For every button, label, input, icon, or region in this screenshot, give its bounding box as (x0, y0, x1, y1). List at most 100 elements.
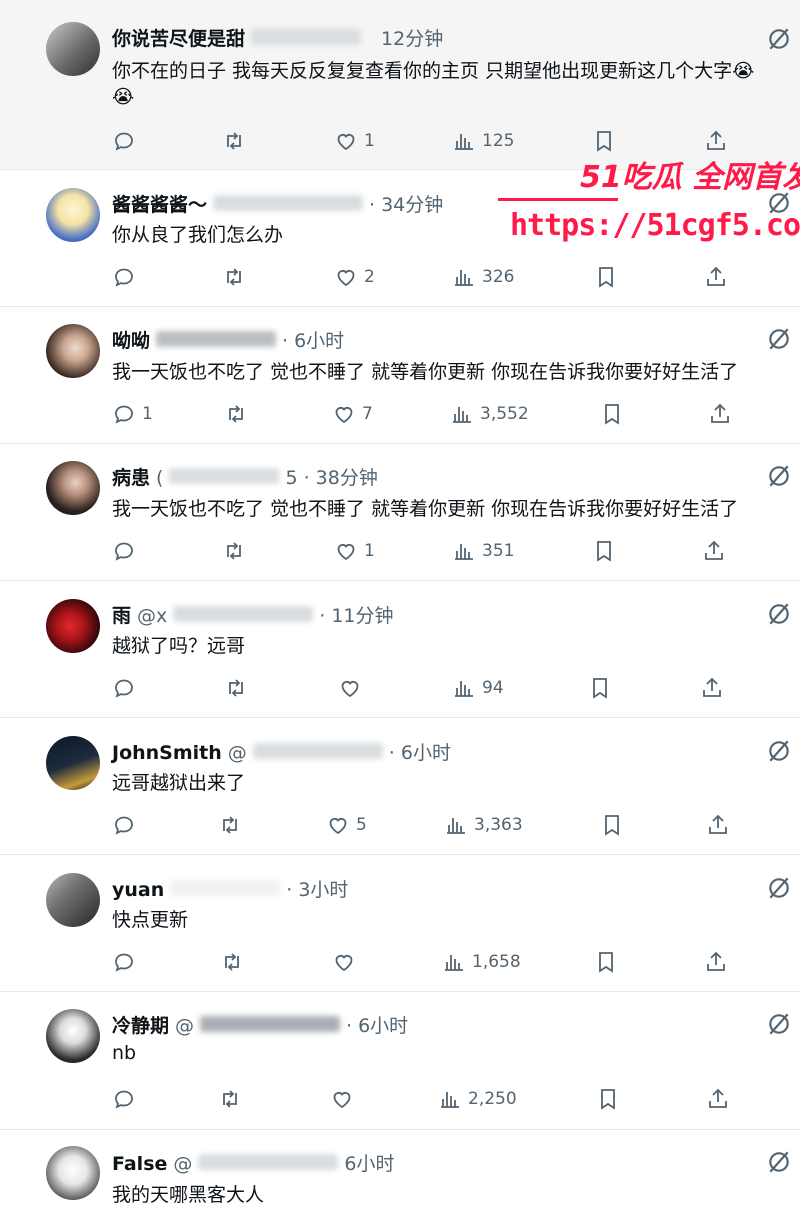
share-button[interactable] (704, 126, 728, 156)
timestamp[interactable]: · 6小时 (282, 326, 344, 353)
bookmark-button[interactable] (592, 536, 616, 566)
timestamp[interactable]: 12分钟 (381, 24, 443, 51)
grok-icon[interactable] (766, 875, 792, 901)
reply-tweet[interactable]: JohnSmith @ · 6小时 远哥越狱出来了 5 3,363 (0, 718, 800, 855)
handle[interactable]: @ (175, 1015, 194, 1037)
reply-button[interactable] (112, 673, 142, 703)
reply-tweet[interactable]: 呦呦 · 6小时 我一天饭也不吃了 觉也不睡了 就等着你更新 你现在告诉我你要好… (0, 307, 800, 444)
retweet-button[interactable] (222, 262, 246, 292)
bookmark-button[interactable] (596, 1084, 620, 1114)
retweet-button[interactable] (218, 810, 242, 840)
avatar[interactable] (46, 599, 100, 653)
share-button[interactable] (704, 947, 728, 977)
reply-tweet[interactable]: 酱酱酱酱～ · 34分钟 你从良了我们怎么办 2 326 (0, 170, 800, 307)
reply-tweet[interactable]: 雨 @x · 11分钟 越狱了吗？远哥 94 (0, 581, 800, 718)
reply-button[interactable] (112, 810, 142, 840)
timestamp[interactable]: · 3小时 (286, 875, 348, 902)
reply-tweet[interactable]: False @ 6小时 我的天哪黑客大人 (0, 1130, 800, 1216)
reply-button[interactable] (112, 536, 142, 566)
grok-icon[interactable] (766, 1011, 792, 1037)
views-button[interactable]: 3,552 (450, 399, 529, 429)
handle[interactable]: @ (228, 742, 247, 764)
share-button[interactable] (704, 262, 728, 292)
views-button[interactable]: 3,363 (444, 810, 523, 840)
avatar[interactable] (46, 461, 100, 515)
like-button[interactable]: 5 (326, 810, 367, 840)
display-name[interactable]: 酱酱酱酱～ (112, 190, 207, 217)
bookmark-button[interactable] (600, 810, 624, 840)
display-name[interactable]: 呦呦 (112, 326, 150, 353)
like-button[interactable] (338, 673, 368, 703)
like-button[interactable]: 2 (334, 262, 375, 292)
bookmark-button[interactable] (594, 947, 618, 977)
reply-button[interactable] (112, 947, 142, 977)
display-name[interactable]: yuan (112, 879, 164, 901)
retweet-button[interactable] (222, 536, 246, 566)
retweet-button[interactable] (222, 126, 246, 156)
bookmark-button[interactable] (594, 262, 618, 292)
views-button[interactable]: 2,250 (438, 1084, 517, 1114)
reply-button[interactable] (112, 1084, 142, 1114)
views-button[interactable]: 326 (452, 262, 514, 292)
views-button[interactable]: 125 (452, 126, 514, 156)
like-button[interactable]: 1 (334, 126, 375, 156)
reply-tweet[interactable]: 你说苦尽便是甜 12分钟 你不在的日子 我每天反反复复查看你的主页 只期望他出现… (0, 0, 800, 170)
avatar[interactable] (46, 1009, 100, 1063)
bookmark-button[interactable] (592, 126, 616, 156)
timestamp[interactable]: · 11分钟 (319, 601, 393, 628)
handle[interactable]: @ (173, 1153, 192, 1175)
grok-icon[interactable] (766, 326, 792, 352)
share-button[interactable] (702, 536, 726, 566)
reply-tweet[interactable]: 冷静期 @ · 6小时 nb 2,250 (0, 992, 800, 1130)
bookmark-button[interactable] (588, 673, 612, 703)
share-button[interactable] (706, 1084, 730, 1114)
avatar[interactable] (46, 22, 100, 76)
reply-button[interactable] (112, 126, 142, 156)
timestamp[interactable]: 5 · 38分钟 (285, 463, 377, 490)
like-button[interactable] (332, 947, 362, 977)
share-button[interactable] (706, 810, 730, 840)
avatar[interactable] (46, 873, 100, 927)
timestamp[interactable]: · 6小时 (389, 738, 451, 765)
grok-icon[interactable] (766, 601, 792, 627)
display-name[interactable]: 冷静期 (112, 1011, 169, 1038)
retweet-button[interactable] (224, 673, 248, 703)
share-button[interactable] (700, 673, 724, 703)
retweet-button[interactable] (220, 947, 244, 977)
handle[interactable]: @x (137, 605, 167, 627)
like-count: 7 (362, 404, 373, 424)
retweet-button[interactable] (224, 399, 248, 429)
views-button[interactable]: 351 (452, 536, 514, 566)
avatar[interactable] (46, 324, 100, 378)
share-button[interactable] (708, 399, 732, 429)
display-name[interactable]: 你说苦尽便是甜 (112, 24, 245, 51)
handle[interactable]: ( (156, 467, 163, 489)
reply-tweet[interactable]: yuan · 3小时 快点更新 1,658 (0, 855, 800, 992)
display-name[interactable]: 雨 (112, 601, 131, 628)
grok-icon[interactable] (766, 738, 792, 764)
avatar[interactable] (46, 188, 100, 242)
display-name[interactable]: JohnSmith (112, 742, 222, 764)
like-button[interactable] (330, 1084, 360, 1114)
timestamp[interactable]: · 34分钟 (369, 190, 443, 217)
avatar[interactable] (46, 1146, 100, 1200)
like-button[interactable]: 1 (334, 536, 375, 566)
retweet-button[interactable] (218, 1084, 242, 1114)
display-name[interactable]: 病患 (112, 463, 150, 490)
reply-tweet[interactable]: 病患 ( 5 · 38分钟 我一天饭也不吃了 觉也不睡了 就等着你更新 你现在告… (0, 444, 800, 581)
display-name[interactable]: False (112, 1153, 167, 1175)
grok-icon[interactable] (766, 463, 792, 489)
bookmark-button[interactable] (600, 399, 624, 429)
grok-icon[interactable] (766, 1149, 792, 1175)
views-button[interactable]: 94 (452, 673, 504, 703)
grok-icon[interactable] (766, 190, 792, 216)
reply-button[interactable]: 1 (112, 399, 153, 429)
like-button[interactable]: 7 (332, 399, 373, 429)
timestamp[interactable]: 6小时 (344, 1149, 394, 1176)
timestamp[interactable]: · 6小时 (346, 1011, 408, 1038)
avatar[interactable] (46, 736, 100, 790)
reply-button[interactable] (112, 262, 142, 292)
grok-icon[interactable] (766, 26, 792, 52)
redacted-handle (173, 606, 314, 622)
views-button[interactable]: 1,658 (442, 947, 521, 977)
